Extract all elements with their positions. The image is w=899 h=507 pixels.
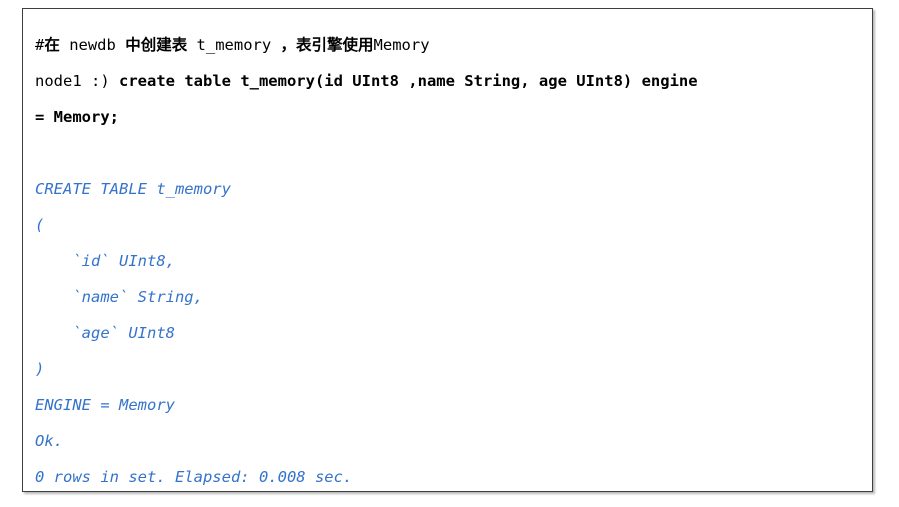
command-line-2: = Memory; <box>35 99 872 135</box>
output-line: `age` UInt8 <box>35 315 872 351</box>
output-line: Ok. <box>35 423 872 459</box>
comment-segment-latin-1: newdb <box>59 36 126 54</box>
command-line-1: node1 :) create table t_memory(id UInt8 … <box>35 63 872 99</box>
comment-hash: # <box>35 36 45 54</box>
screenshot-root: #在 newdb 中创建表 t_memory ，表引擎使用Memory node… <box>0 0 899 507</box>
comment-segment-cjk-3: ，表引擎使用 <box>280 35 374 54</box>
output-line: ) <box>35 351 872 387</box>
comment-line: #在 newdb 中创建表 t_memory ，表引擎使用Memory <box>35 27 872 63</box>
output-text: ( <box>35 216 45 234</box>
comment-segment-latin-3: Memory <box>373 36 430 54</box>
shell-prompt: node1 :) <box>35 72 119 90</box>
output-status-ok: Ok. <box>35 432 63 450</box>
comment-segment-cjk-2: 中创建表 <box>125 35 188 54</box>
output-text: CREATE TABLE t_memory <box>35 180 231 198</box>
output-line: CREATE TABLE t_memory <box>35 171 872 207</box>
output-line: ( <box>35 207 872 243</box>
output-line: `name` String, <box>35 279 872 315</box>
command-text-part-2: = Memory; <box>35 108 119 126</box>
output-text: ) <box>35 360 45 378</box>
terminal-transcript: #在 newdb 中创建表 t_memory ，表引擎使用Memory node… <box>23 9 872 495</box>
output-stats: 0 rows in set. Elapsed: 0.008 sec. <box>35 468 353 486</box>
code-snippet-panel: #在 newdb 中创建表 t_memory ，表引擎使用Memory node… <box>22 8 873 492</box>
output-text: ENGINE = Memory <box>35 396 175 414</box>
comment-segment-cjk-1: 在 <box>44 35 60 54</box>
output-text: `id` UInt8, <box>35 252 175 270</box>
output-line: ENGINE = Memory <box>35 387 872 423</box>
output-text: `name` String, <box>35 288 203 306</box>
output-line: `id` UInt8, <box>35 243 872 279</box>
command-text-part-1: create table t_memory(id UInt8 ,name Str… <box>119 72 698 90</box>
comment-segment-latin-2: t_memory <box>187 36 281 54</box>
output-line: 0 rows in set. Elapsed: 0.008 sec. <box>35 459 872 495</box>
output-text: `age` UInt8 <box>35 324 175 342</box>
